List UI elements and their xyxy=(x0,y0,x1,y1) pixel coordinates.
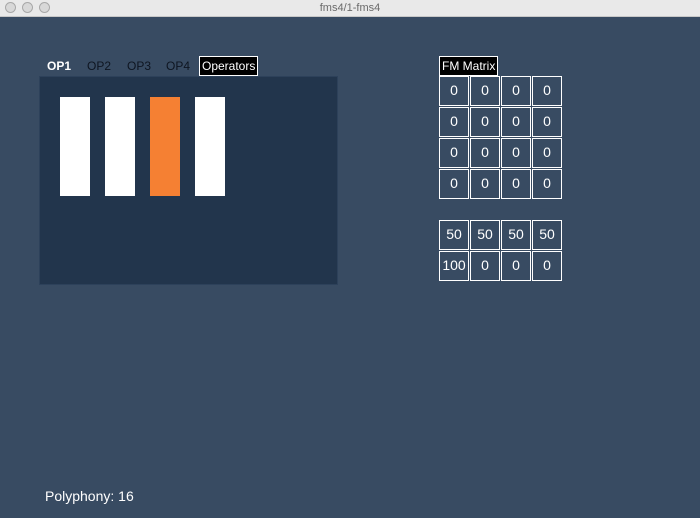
tab-op3[interactable]: OP3 xyxy=(127,57,151,75)
output-cell-3[interactable]: 0 xyxy=(501,251,531,281)
fm-matrix-cell-4-1[interactable]: 0 xyxy=(439,169,469,199)
operator-bar-1[interactable] xyxy=(60,97,90,196)
operator-bar-3[interactable] xyxy=(150,97,180,196)
fm-matrix-cell-3-1[interactable]: 0 xyxy=(439,138,469,168)
tab-op1[interactable]: OP1 xyxy=(47,57,71,75)
tab-op4[interactable]: OP4 xyxy=(166,57,190,75)
fm-matrix-cell-3-2[interactable]: 0 xyxy=(470,138,500,168)
fm-matrix-cell-1-3[interactable]: 0 xyxy=(501,76,531,106)
fm-matrix-cell-2-3[interactable]: 0 xyxy=(501,107,531,137)
fm-matrix-cell-3-3[interactable]: 0 xyxy=(501,138,531,168)
output-cell-2[interactable]: 0 xyxy=(470,251,500,281)
window-titlebar: fms4/1-fms4 xyxy=(0,0,700,17)
synth-editor: OP1 OP2 OP3 OP4 Operators FM Matrix 0 0 … xyxy=(0,17,700,518)
level-cell-4[interactable]: 50 xyxy=(532,220,562,250)
operator-bar-4[interactable] xyxy=(195,97,225,196)
fm-matrix-label: FM Matrix xyxy=(439,56,499,76)
tab-op2[interactable]: OP2 xyxy=(87,57,111,75)
level-cell-3[interactable]: 50 xyxy=(501,220,531,250)
fm-matrix-cell-4-4[interactable]: 0 xyxy=(532,169,562,199)
level-cell-2[interactable]: 50 xyxy=(470,220,500,250)
fm-matrix-cell-3-4[interactable]: 0 xyxy=(532,138,562,168)
operators-button[interactable]: Operators xyxy=(199,56,259,76)
fm-matrix-cell-2-4[interactable]: 0 xyxy=(532,107,562,137)
output-cell-4[interactable]: 0 xyxy=(532,251,562,281)
fm-matrix-cell-1-1[interactable]: 0 xyxy=(439,76,469,106)
fm-matrix-cell-1-4[interactable]: 0 xyxy=(532,76,562,106)
level-cell-1[interactable]: 50 xyxy=(439,220,469,250)
operators-panel xyxy=(39,76,338,285)
window-title: fms4/1-fms4 xyxy=(319,2,381,14)
fm-matrix-cell-1-2[interactable]: 0 xyxy=(470,76,500,106)
fm-matrix-cell-4-3[interactable]: 0 xyxy=(501,169,531,199)
fm-matrix-cell-2-2[interactable]: 0 xyxy=(470,107,500,137)
output-cell-1[interactable]: 100 xyxy=(439,251,469,281)
polyphony-status: Polyphony: 16 xyxy=(45,488,134,504)
fm-matrix-cell-4-2[interactable]: 0 xyxy=(470,169,500,199)
operator-bar-2[interactable] xyxy=(105,97,135,196)
fm-matrix-cell-2-1[interactable]: 0 xyxy=(439,107,469,137)
